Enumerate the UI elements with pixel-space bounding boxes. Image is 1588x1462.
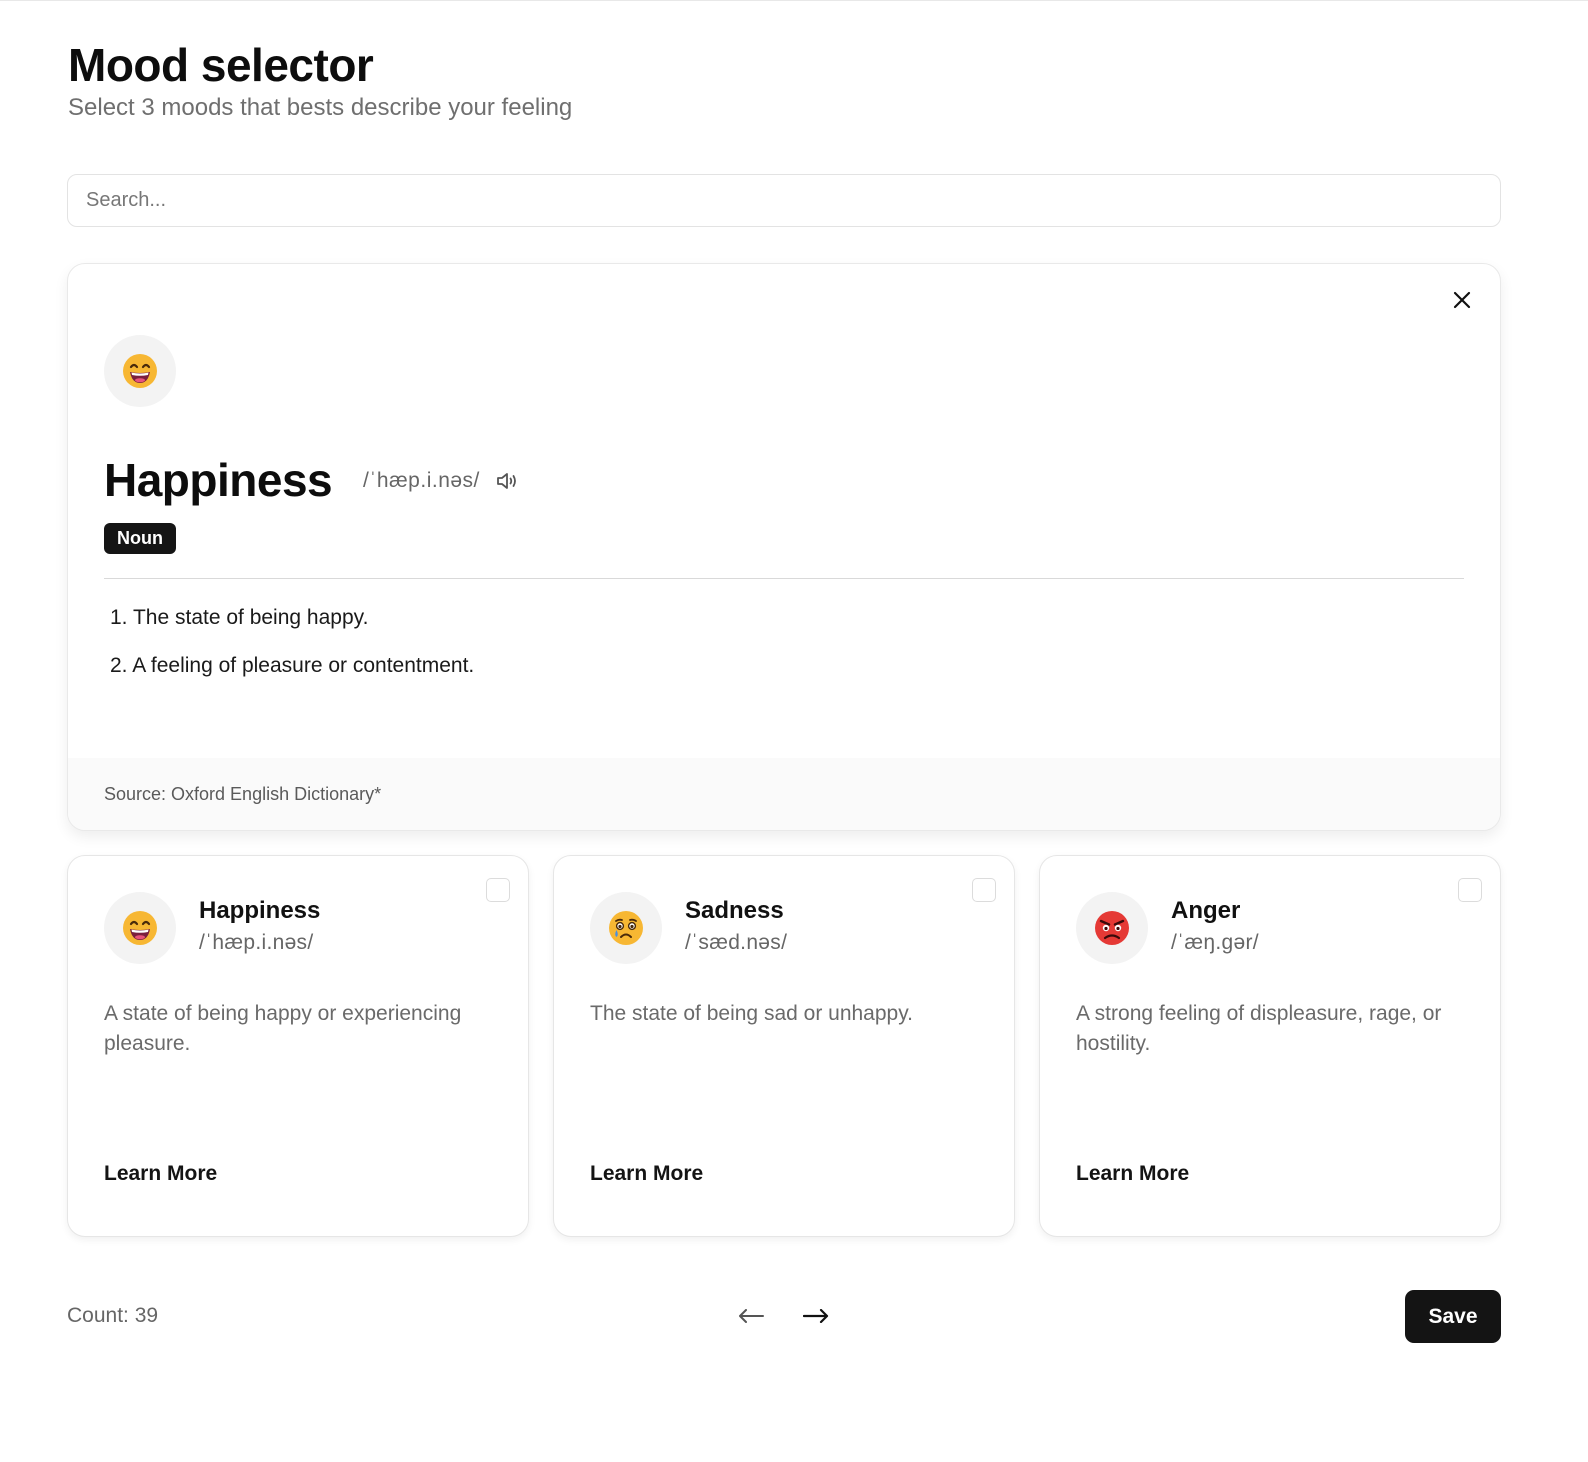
source-text: Source: Oxford English Dictionary* xyxy=(104,783,382,804)
learn-more-link[interactable]: Learn More xyxy=(590,1162,703,1186)
save-button[interactable]: Save xyxy=(1405,1290,1501,1343)
mood-description: A state of being happy or experiencing p… xyxy=(104,1002,462,1055)
definition-item: 1. The state of being happy. xyxy=(110,606,369,629)
mood-card-happiness[interactable]: Happiness /ˈhæp.i.nəs/ A state of being … xyxy=(67,855,529,1237)
grinning-face-icon xyxy=(123,911,157,945)
mood-checkbox[interactable] xyxy=(486,878,510,902)
mood-emoji-avatar xyxy=(590,892,662,964)
mood-phonetic: /ˈsæd.nəs/ xyxy=(685,931,788,954)
learn-more-link[interactable]: Learn More xyxy=(104,1162,217,1186)
detail-word: Happiness xyxy=(104,454,333,506)
detail-phonetic: /ˈhæp.i.nəs/ xyxy=(363,469,480,492)
detail-footer: Source: Oxford English Dictionary* xyxy=(68,758,1500,830)
mood-card-anger[interactable]: Anger /ˈæŋ.gər/ A strong feeling of disp… xyxy=(1039,855,1501,1237)
mood-emoji-avatar xyxy=(104,892,176,964)
mood-name: Anger xyxy=(1171,897,1241,924)
mood-description: The state of being sad or unhappy. xyxy=(590,1002,913,1025)
pagination-bar: Count: 39 Save xyxy=(67,1290,1501,1343)
arrow-left-icon[interactable] xyxy=(733,1300,769,1332)
speaker-icon[interactable] xyxy=(495,469,521,493)
learn-more-link[interactable]: Learn More xyxy=(1076,1162,1189,1186)
page-header: Mood selector Select 3 moods that bests … xyxy=(68,39,572,123)
arrow-right-icon[interactable] xyxy=(798,1300,834,1332)
search-input[interactable] xyxy=(67,174,1501,227)
crying-face-icon xyxy=(609,911,643,945)
mood-description: A strong feeling of displeasure, rage, o… xyxy=(1076,1002,1442,1055)
mood-emoji-avatar xyxy=(1076,892,1148,964)
result-count: Count: 39 xyxy=(67,1304,159,1327)
mood-card-sadness[interactable]: Sadness /ˈsæd.nəs/ The state of being sa… xyxy=(553,855,1015,1237)
mood-phonetic: /ˈhæp.i.nəs/ xyxy=(199,931,314,954)
mood-checkbox[interactable] xyxy=(972,878,996,902)
page-subtitle: Select 3 moods that bests describe your … xyxy=(68,94,573,121)
mood-checkbox[interactable] xyxy=(1458,878,1482,902)
definition-list: 1. The state of being happy. 2. A feelin… xyxy=(110,604,474,700)
mood-name: Sadness xyxy=(685,897,784,924)
grinning-face-icon xyxy=(123,354,157,388)
close-icon[interactable] xyxy=(1450,288,1474,312)
mood-phonetic: /ˈæŋ.gər/ xyxy=(1171,931,1259,954)
mood-emoji-avatar xyxy=(104,335,176,407)
divider xyxy=(104,578,1464,579)
mood-selector-page: Mood selector Select 3 moods that bests … xyxy=(0,1,1588,1462)
mood-card-grid: Happiness /ˈhæp.i.nəs/ A state of being … xyxy=(67,855,1501,1237)
definition-item: 2. A feeling of pleasure or contentment. xyxy=(110,654,475,677)
word-detail-panel: Happiness /ˈhæp.i.nəs/ Noun 1. The state… xyxy=(67,263,1501,831)
angry-face-icon xyxy=(1095,911,1129,945)
page-title: Mood selector xyxy=(68,39,374,91)
mood-name: Happiness xyxy=(199,897,321,924)
part-of-speech-badge: Noun xyxy=(104,523,176,554)
